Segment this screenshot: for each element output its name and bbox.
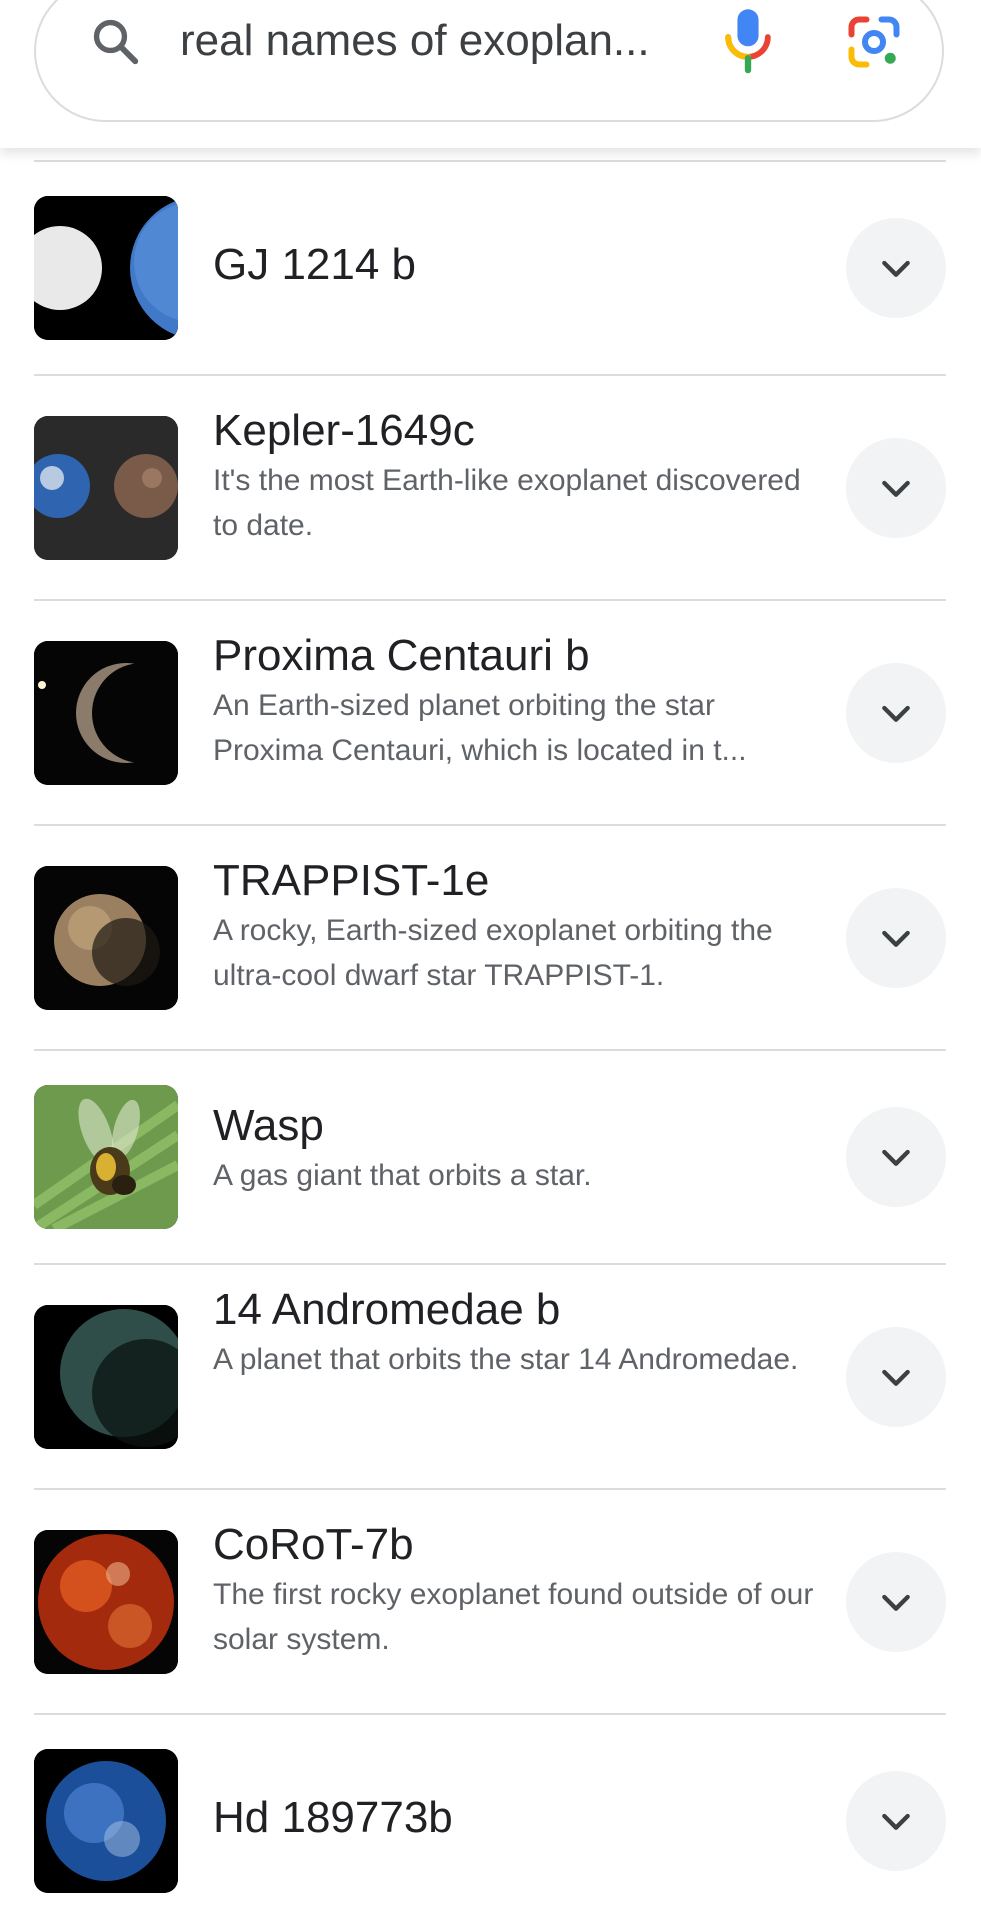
result-thumbnail [34,196,178,340]
results-list: GJ 1214 b Kepler-1649c It's the most Ear… [0,160,981,1927]
chevron-down-icon [882,1594,910,1611]
result-title: GJ 1214 b [213,240,417,289]
result-description: A rocky, Earth-sized exoplanet orbiting … [213,914,773,992]
expand-button[interactable] [846,1107,946,1207]
microphone-icon[interactable] [716,4,780,78]
chevron-down-icon [882,1369,910,1386]
result-title: TRAPPIST-1e [213,856,490,905]
expand-button[interactable] [846,1552,946,1652]
expand-button[interactable] [846,1771,946,1871]
list-item[interactable]: 14 Andromedae b A planet that orbits the… [0,1265,981,1488]
chevron-down-icon [882,930,910,947]
expand-button[interactable] [846,888,946,988]
list-item[interactable]: GJ 1214 b [0,162,981,374]
list-item[interactable]: Hd 189773b [0,1715,981,1927]
search-icon[interactable] [88,14,142,68]
result-description: A planet that orbits the star 14 Androme… [213,1343,799,1376]
chevron-down-icon [882,260,910,277]
chevron-down-icon [882,1813,910,1830]
search-header: real names of exoplan... [0,0,981,148]
chevron-down-icon [882,705,910,722]
expand-button[interactable] [846,1327,946,1427]
result-description: The first rocky exoplanet found outside … [213,1578,814,1656]
camera-lens-icon[interactable] [844,12,904,72]
result-thumbnail [34,416,178,560]
result-description: It's the most Earth-like exoplanet disco… [213,464,801,542]
result-thumbnail [34,641,178,785]
list-item[interactable]: CoRoT-7b The first rocky exoplanet found… [0,1490,981,1713]
result-thumbnail [34,1530,178,1674]
result-description: A gas giant that orbits a star. [213,1159,592,1192]
result-description: An Earth-sized planet orbiting the star … [213,689,747,767]
list-item[interactable]: Wasp A gas giant that orbits a star. [0,1051,981,1263]
result-title: Proxima Centauri b [213,631,590,680]
result-title: Hd 189773b [213,1793,453,1842]
chevron-down-icon [882,1149,910,1166]
result-thumbnail [34,1749,178,1893]
result-title: CoRoT-7b [213,1520,414,1569]
list-item[interactable]: Proxima Centauri b An Earth-sized planet… [0,601,981,824]
result-thumbnail [34,866,178,1010]
expand-button[interactable] [846,663,946,763]
search-input[interactable]: real names of exoplan... [180,14,700,68]
result-title: Kepler-1649c [213,406,475,455]
search-box[interactable]: real names of exoplan... [34,0,944,122]
result-thumbnail [34,1305,178,1449]
result-title: 14 Andromedae b [213,1285,561,1334]
list-item[interactable]: Kepler-1649c It's the most Earth-like ex… [0,376,981,599]
expand-button[interactable] [846,218,946,318]
result-title: Wasp [213,1101,324,1150]
expand-button[interactable] [846,438,946,538]
list-item[interactable]: TRAPPIST-1e A rocky, Earth-sized exoplan… [0,826,981,1049]
chevron-down-icon [882,480,910,497]
result-thumbnail [34,1085,178,1229]
